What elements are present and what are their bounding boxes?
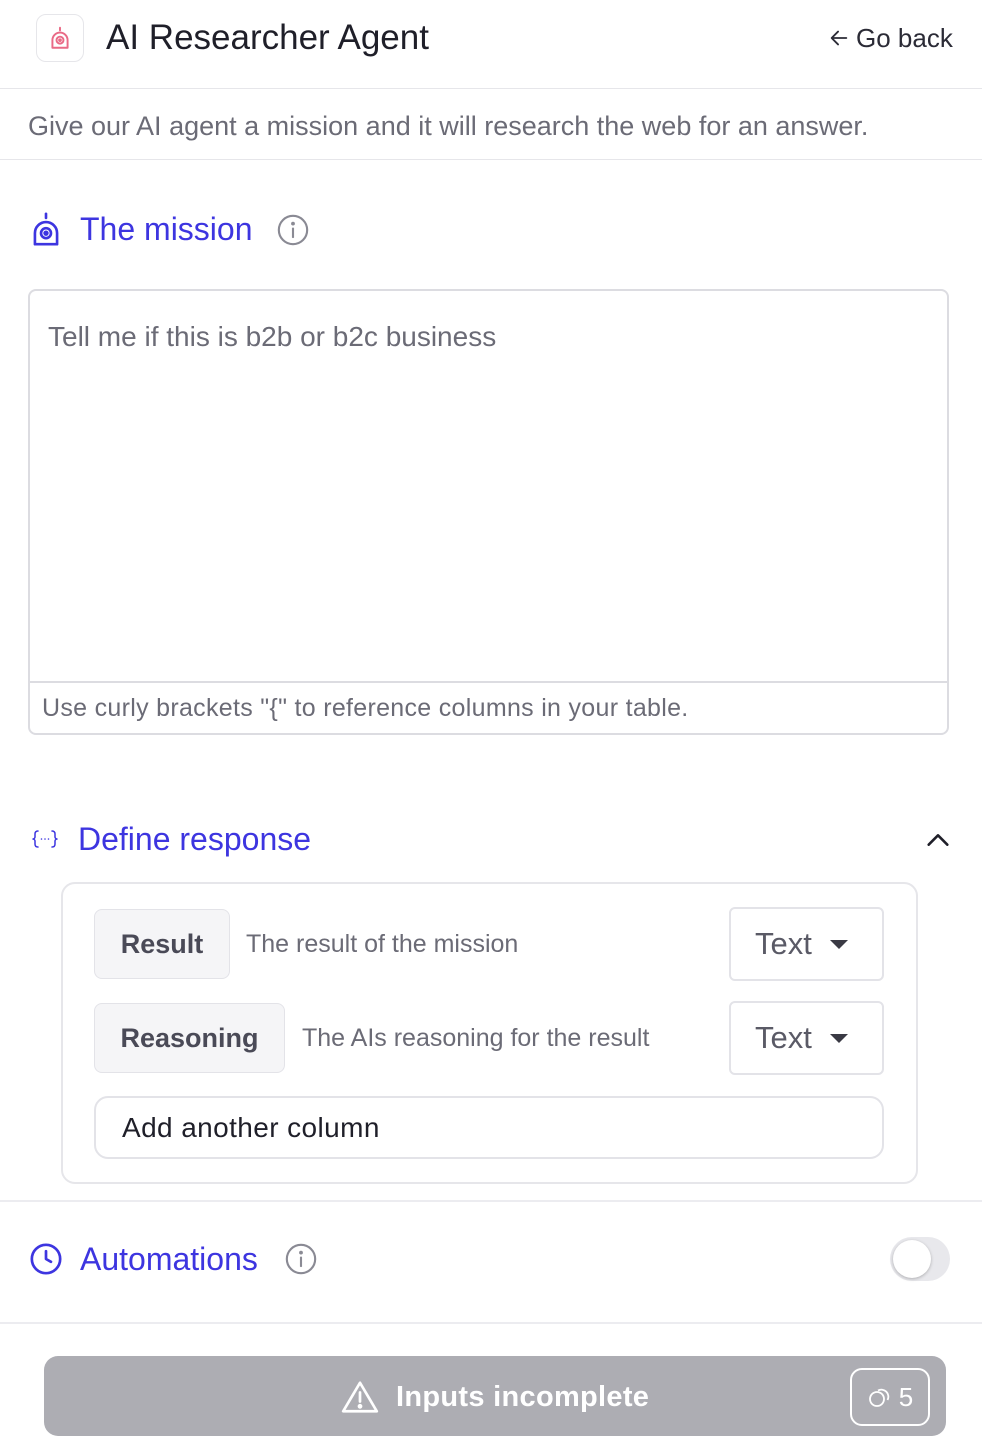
toggle-knob [893,1240,931,1278]
app-icon [36,14,84,62]
caret-down-icon [829,1033,848,1043]
column-name: Result [120,928,204,959]
chevron-up-icon[interactable] [920,822,956,858]
mission-hint: Use curly brackets "{" to reference colu… [42,694,689,722]
mission-section-title: The mission [80,211,253,247]
define-response-title: Define response [78,821,312,857]
column-type-select[interactable]: Text [729,1001,884,1075]
warning-icon [341,1381,379,1413]
column-name-chip[interactable]: Reasoning [94,1003,285,1073]
divider [0,1200,982,1202]
run-button-content[interactable]: Inputs incomplete [340,1378,649,1416]
column-type-label: Text [755,926,812,961]
divider [0,1322,982,1324]
mission-input-text[interactable]: Tell me if this is b2b or b2c business [48,318,496,356]
column-type-label: Text [755,1020,812,1055]
arrow-left-icon [830,30,848,46]
page-subtitle: Give our AI agent a mission and it will … [28,111,869,141]
go-back-button[interactable]: Go back [828,22,953,54]
agent-icon [51,26,69,49]
column-description: The AIs reasoning for the result [302,1024,650,1052]
column-name: Reasoning [120,1022,259,1053]
coins-icon [868,1388,890,1407]
automations-toggle[interactable] [890,1237,950,1281]
caret-down-icon [829,939,848,949]
column-type-select[interactable]: Text [729,907,884,981]
page-title: AI Researcher Agent [106,18,429,57]
info-icon[interactable] [284,1242,318,1276]
info-icon[interactable] [276,213,310,247]
divider [30,681,947,683]
column-name-chip[interactable]: Result [94,909,230,979]
agent-icon [28,210,64,248]
add-column-label: Add another column [122,1111,380,1143]
add-column-button[interactable]: Add another column [94,1096,884,1159]
automations-title: Automations [80,1241,258,1277]
go-back-label: Go back [856,22,953,53]
column-description: The result of the mission [246,930,519,958]
credits-count: 5 [898,1381,914,1412]
run-button-label: Inputs incomplete [396,1380,650,1413]
curly-brackets-icon [28,824,62,854]
credits-badge: 5 [850,1368,930,1426]
clock-icon [28,1241,64,1277]
